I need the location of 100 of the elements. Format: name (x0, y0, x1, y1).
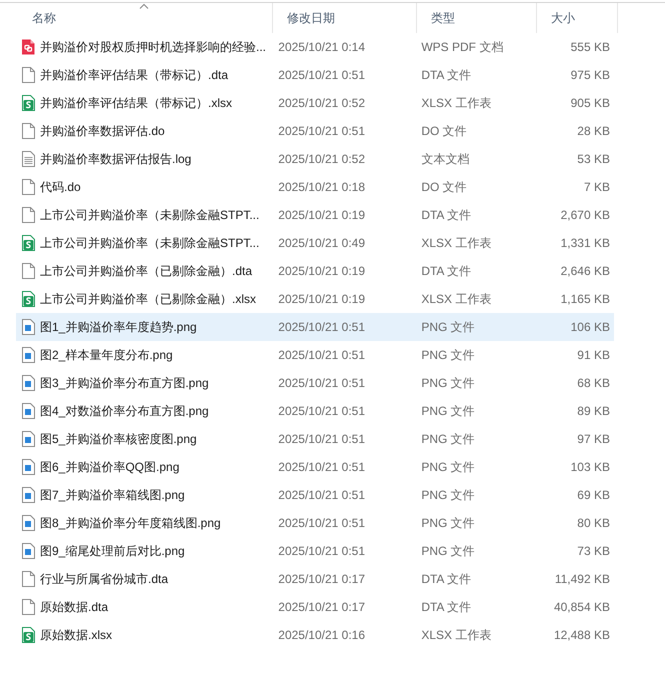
image-file-icon (21, 375, 35, 391)
modified-date: 2025/10/21 0:51 (278, 320, 366, 334)
file-type: PNG 文件 (421, 430, 475, 448)
file-name: 原始数据.xlsx (40, 626, 112, 644)
file-icon (21, 207, 35, 223)
spreadsheet-file-icon (21, 95, 35, 111)
file-icon (21, 571, 35, 587)
file-size: 2,646 KB (560, 264, 610, 278)
modified-date: 2025/10/21 0:51 (278, 432, 366, 446)
file-row[interactable]: 图7_并购溢价率箱线图.png 2025/10/21 0:51 PNG 文件 69 KB (16, 481, 614, 509)
file-size: 11,492 KB (554, 572, 610, 586)
file-size: 68 KB (577, 376, 610, 390)
file-name: 图4_对数溢价率分布直方图.png (40, 402, 209, 420)
column-header[interactable]: 名称 (16, 3, 273, 33)
file-icon (21, 263, 35, 279)
file-row[interactable]: 图4_对数溢价率分布直方图.png 2025/10/21 0:51 PNG 文件 89 KB (16, 397, 614, 425)
spreadsheet-file-icon (21, 235, 35, 251)
modified-date: 2025/10/21 0:51 (278, 544, 366, 558)
file-row[interactable]: 代码.do 2025/10/21 0:18 DO 文件 7 KB (16, 173, 614, 201)
column-header[interactable]: 修改日期 (273, 3, 417, 33)
file-row[interactable]: 并购溢价率评估结果（带标记）.dta 2025/10/21 0:51 DTA 文件 975 KB (16, 61, 614, 89)
file-name: 并购溢价率数据评估.do (40, 122, 165, 140)
file-name: 代码.do (40, 178, 81, 196)
file-name: 图7_并购溢价率箱线图.png (40, 486, 185, 504)
file-name: 图5_并购溢价率核密度图.png (40, 430, 197, 448)
file-row[interactable]: 上市公司并购溢价率（已剔除金融）.xlsx 2025/10/21 0:19 XLSX 工作表 1,165 KB (16, 285, 614, 313)
modified-date: 2025/10/21 0:52 (278, 96, 366, 110)
modified-date: 2025/10/21 0:52 (278, 152, 366, 166)
file-icon (21, 599, 35, 615)
file-row[interactable]: 图2_样本量年度分布.png 2025/10/21 0:51 PNG 文件 91 KB (16, 341, 614, 369)
modified-date: 2025/10/21 0:18 (278, 180, 366, 194)
file-type: PNG 文件 (421, 402, 475, 420)
file-name: 图2_样本量年度分布.png (40, 346, 173, 364)
column-header[interactable]: 类型 (417, 3, 537, 33)
file-type: DTA 文件 (421, 598, 472, 616)
file-size: 28 KB (577, 124, 610, 138)
file-type: PNG 文件 (421, 486, 475, 504)
file-row[interactable]: 图8_并购溢价率分年度箱线图.png 2025/10/21 0:51 PNG 文件 80 KB (16, 509, 614, 537)
file-row[interactable]: 图3_并购溢价率分布直方图.png 2025/10/21 0:51 PNG 文件 68 KB (16, 369, 614, 397)
file-size: 1,331 KB (560, 236, 610, 250)
image-file-icon (21, 319, 35, 335)
file-size: 40,854 KB (554, 600, 610, 614)
file-name: 上市公司并购溢价率（已剔除金融）.xlsx (40, 290, 256, 308)
file-row[interactable]: 并购溢价率数据评估.do 2025/10/21 0:51 DO 文件 28 KB (16, 117, 614, 145)
file-icon (21, 123, 35, 139)
file-row[interactable]: 上市公司并购溢价率（已剔除金融）.dta 2025/10/21 0:19 DTA 文件 2,646 KB (16, 257, 614, 285)
file-name: 上市公司并购溢价率（未剔除金融STPT... (40, 206, 260, 224)
modified-date: 2025/10/21 0:17 (278, 572, 366, 586)
file-size: 53 KB (577, 152, 610, 166)
file-row[interactable]: 图5_并购溢价率核密度图.png 2025/10/21 0:51 PNG 文件 97 KB (16, 425, 614, 453)
file-row[interactable]: 并购溢价率评估结果（带标记）.xlsx 2025/10/21 0:52 XLSX 工作表 905 KB (16, 89, 614, 117)
file-row[interactable]: 并购溢价对股权质押时机选择影响的经验... 2025/10/21 0:14 WPS PDF 文档 555 KB (16, 33, 614, 61)
modified-date: 2025/10/21 0:51 (278, 68, 366, 82)
image-file-icon (21, 487, 35, 503)
file-type: PNG 文件 (421, 374, 475, 392)
file-size: 12,488 KB (554, 628, 610, 642)
file-type: WPS PDF 文档 (421, 38, 504, 56)
file-row[interactable]: 原始数据.xlsx 2025/10/21 0:16 XLSX 工作表 12,488 KB (16, 621, 614, 649)
file-size: 975 KB (570, 68, 610, 82)
file-type: PNG 文件 (421, 542, 475, 560)
file-type: PNG 文件 (421, 514, 475, 532)
pdf-file-icon (21, 39, 35, 55)
file-type: PNG 文件 (421, 346, 475, 364)
file-row[interactable]: 图6_并购溢价率QQ图.png 2025/10/21 0:51 PNG 文件 103 KB (16, 453, 614, 481)
spreadsheet-file-icon (21, 291, 35, 307)
file-size: 7 KB (584, 180, 610, 194)
file-size: 89 KB (577, 404, 610, 418)
file-row[interactable]: 并购溢价率数据评估报告.log 2025/10/21 0:52 文本文档 53 KB (16, 145, 614, 173)
file-row[interactable]: 原始数据.dta 2025/10/21 0:17 DTA 文件 40,854 KB (16, 593, 614, 621)
file-name: 并购溢价率评估结果（带标记）.xlsx (40, 94, 232, 112)
file-size: 1,165 KB (560, 292, 610, 306)
file-size: 103 KB (570, 460, 610, 474)
file-type: DO 文件 (421, 178, 467, 196)
file-type: PNG 文件 (421, 318, 475, 336)
file-name: 原始数据.dta (40, 598, 108, 616)
modified-date: 2025/10/21 0:19 (278, 264, 366, 278)
file-size: 91 KB (577, 348, 610, 362)
file-name: 并购溢价率评估结果（带标记）.dta (40, 66, 228, 84)
sort-ascending-icon (139, 3, 149, 9)
file-name: 图8_并购溢价率分年度箱线图.png (40, 514, 221, 532)
modified-date: 2025/10/21 0:49 (278, 236, 366, 250)
file-row[interactable]: 图1_并购溢价率年度趋势.png 2025/10/21 0:51 PNG 文件 106 KB (16, 313, 614, 341)
file-type: DTA 文件 (421, 262, 472, 280)
file-size: 97 KB (577, 432, 610, 446)
file-type: XLSX 工作表 (421, 234, 492, 252)
file-name: 并购溢价对股权质押时机选择影响的经验... (40, 38, 266, 56)
file-row[interactable]: 图9_缩尾处理前后对比.png 2025/10/21 0:51 PNG 文件 73 KB (16, 537, 614, 565)
file-row[interactable]: 行业与所属省份城市.dta 2025/10/21 0:17 DTA 文件 11,492 KB (16, 565, 614, 593)
column-header[interactable]: 大小 (537, 3, 618, 33)
text-file-icon (21, 151, 35, 167)
modified-date: 2025/10/21 0:51 (278, 460, 366, 474)
modified-date: 2025/10/21 0:51 (278, 516, 366, 530)
file-type: DTA 文件 (421, 570, 472, 588)
file-type: DO 文件 (421, 122, 467, 140)
file-type: 文本文档 (421, 150, 470, 168)
modified-date: 2025/10/21 0:51 (278, 488, 366, 502)
image-file-icon (21, 543, 35, 559)
file-row[interactable]: 上市公司并购溢价率（未剔除金融STPT... 2025/10/21 0:19 DTA 文件 2,670 KB (16, 201, 614, 229)
file-type: PNG 文件 (421, 458, 475, 476)
file-row[interactable]: 上市公司并购溢价率（未剔除金融STPT... 2025/10/21 0:49 XLSX 工作表 1,331 KB (16, 229, 614, 257)
